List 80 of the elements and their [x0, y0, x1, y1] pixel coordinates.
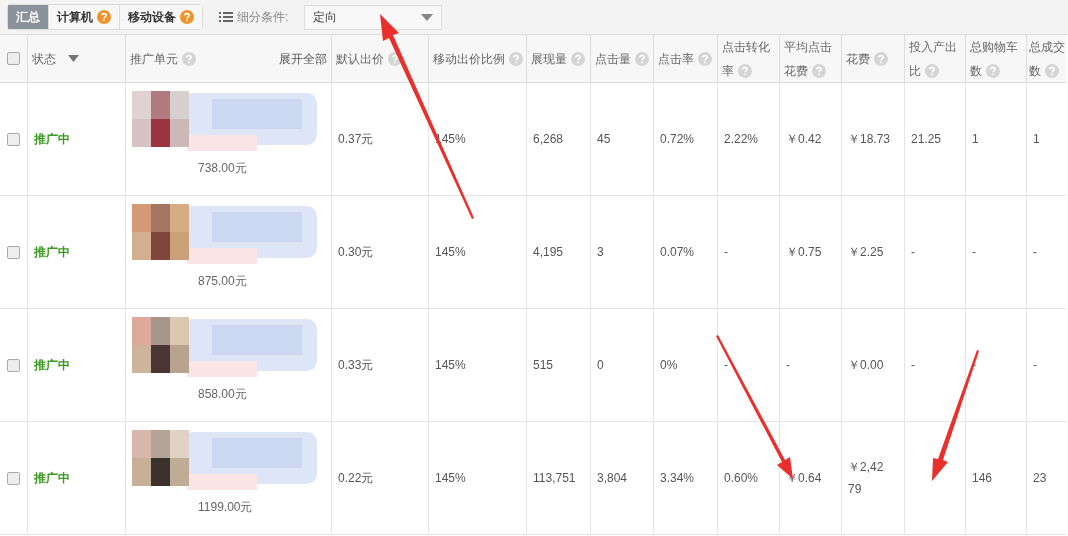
table-cell-text: -	[911, 357, 915, 374]
column-header: 点击转化	[722, 38, 770, 56]
status-text: 推广中	[34, 470, 70, 487]
column-header: 花费	[846, 50, 870, 68]
table-cell-text: 1	[1033, 131, 1040, 148]
column-header: 花费	[784, 62, 808, 80]
table-cell-text: 0.22元	[338, 470, 374, 487]
table-cell-text: 0.33元	[338, 357, 374, 374]
table-cell-text: 3,804	[597, 470, 628, 487]
checkbox[interactable]	[7, 471, 20, 485]
table-cell-text: 2.22%	[724, 131, 759, 148]
table-cell-text: -	[972, 357, 976, 374]
table-cell-text: 0	[597, 357, 604, 374]
table-cell-text: 21.25	[911, 131, 942, 148]
column-header: 总购物车	[970, 38, 1018, 56]
checkbox[interactable]	[7, 132, 20, 146]
tab[interactable]: 计算机	[48, 5, 119, 29]
table-cell-text: -	[724, 244, 728, 261]
filter-dropdown[interactable]: 定向	[304, 4, 443, 30]
table-cell-text: ￥2.25	[848, 244, 884, 261]
table-cell-text: ￥0.00	[848, 357, 884, 374]
column-header: 比	[909, 62, 921, 80]
status-text: 推广中	[34, 244, 70, 261]
price-text: 1199.00元	[197, 499, 254, 516]
sort-caret-icon[interactable]	[68, 55, 79, 62]
table-cell-text: 0.60%	[724, 470, 759, 487]
table-cell-text: -	[1033, 357, 1037, 374]
price-text: 738.00元	[197, 160, 248, 177]
checkbox[interactable]	[7, 52, 20, 65]
column-header: 平均点击	[784, 38, 832, 56]
table-cell-text: 0.72%	[660, 131, 695, 148]
checkbox[interactable]	[7, 245, 20, 259]
table-cell-text: 23	[1033, 470, 1047, 487]
table-cell-text: 113,751	[533, 470, 576, 487]
table-cell-text: ￥0.75	[786, 244, 822, 261]
column-header: 默认出价	[336, 50, 384, 68]
expand-all-link[interactable]: 展开全部	[279, 46, 327, 71]
table-cell-text: 3.34%	[660, 470, 695, 487]
column-header: 点击量	[595, 50, 631, 68]
table-cell-text: -	[911, 244, 915, 261]
column-header: 状态	[32, 50, 56, 68]
caret-icon	[421, 13, 434, 21]
column-header: 总成交	[1029, 38, 1065, 56]
column-header: 投入产出	[909, 38, 957, 56]
table-cell-text: 0.07%	[660, 244, 695, 261]
column-header: 数	[970, 62, 982, 80]
table-cell-text: 0%	[660, 357, 678, 374]
table-cell-text: 145%	[435, 357, 466, 374]
table-cell-text: -	[1033, 244, 1037, 261]
column-header: 展现量	[531, 50, 567, 68]
table-cell-text: 1	[972, 131, 979, 148]
checkbox[interactable]	[7, 358, 20, 372]
table-cell-text: -	[786, 357, 790, 374]
price-text: 875.00元	[197, 273, 248, 290]
column-header: 移动出价比例	[433, 50, 505, 68]
table-cell-text: 0.37元	[338, 131, 374, 148]
table-cell-text: ￥18.73	[848, 131, 891, 148]
table-cell-text: ￥2,42 79	[848, 459, 884, 498]
column-header: 点击率	[658, 50, 694, 68]
table-cell-text: -	[972, 244, 976, 261]
table-cell-text: 0.30元	[338, 244, 374, 261]
table-cell-text: ￥0.42	[786, 131, 822, 148]
price-text: 858.00元	[197, 386, 248, 403]
table-cell-text: 3	[597, 244, 604, 261]
list-icon	[219, 12, 233, 22]
status-text: 推广中	[34, 357, 70, 374]
table-cell-text: -	[724, 357, 728, 374]
table-cell-text: 145%	[435, 470, 466, 487]
column-header: 推广单元	[130, 50, 178, 68]
status-text: 推广中	[34, 131, 70, 148]
table-cell-text: 6,268	[533, 131, 564, 148]
filter-label: 细分条件:	[237, 9, 289, 26]
tab[interactable]: 移动设备	[119, 5, 202, 29]
table-cell-text: 45	[597, 131, 611, 148]
table-cell-text: 515	[533, 357, 554, 374]
column-header: 数	[1029, 62, 1041, 80]
table-cell-text: 145%	[435, 244, 466, 261]
table-cell-text: 4,195	[533, 244, 564, 261]
column-header: 率	[722, 62, 734, 80]
table-cell-text: 146	[972, 470, 993, 487]
